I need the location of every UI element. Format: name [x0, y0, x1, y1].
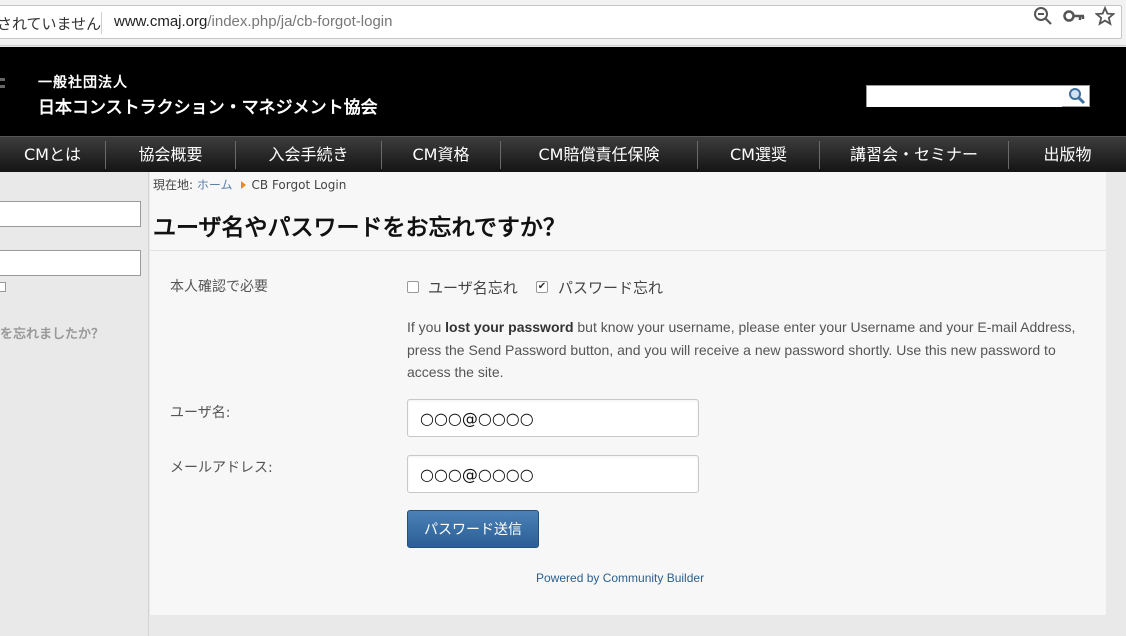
- security-status[interactable]: されていません: [0, 13, 101, 34]
- org-name[interactable]: 日本コンストラクション・マネジメント協会: [38, 93, 378, 118]
- breadcrumb-prefix: 現在地:: [153, 178, 194, 192]
- url-text[interactable]: www.cmaj.org/index.php/ja/cb-forgot-logi…: [114, 13, 392, 30]
- sidebar-username-input[interactable]: [0, 201, 141, 227]
- nav-item-association[interactable]: 協会概要: [106, 137, 235, 172]
- forgot-username-label[interactable]: ユーザ名忘れ: [428, 277, 518, 298]
- page-title: ユーザ名やパスワードをお忘れですか？: [153, 215, 566, 241]
- star-icon[interactable]: [1094, 5, 1116, 28]
- verify-label: 本人確認で必要: [170, 279, 268, 295]
- login-sidebar: を忘れましたか？: [0, 172, 149, 636]
- site-header: 一般社団法人 日本コンストラクション・マネジメント協会: [0, 47, 1126, 136]
- forgot-password-label[interactable]: パスワード忘れ: [558, 277, 663, 298]
- nav-item-insurance[interactable]: CM賠償責任保険: [501, 137, 697, 172]
- email-input[interactable]: [407, 455, 699, 493]
- breadcrumb-current: CB Forgot Login: [251, 178, 347, 192]
- breadcrumb-home-link[interactable]: ホーム: [197, 178, 233, 192]
- nav-item-seminar[interactable]: 講習会・セミナー: [820, 137, 1008, 172]
- site-search: [866, 85, 1090, 107]
- powered-by-link[interactable]: Powered by Community Builder: [536, 571, 704, 585]
- logo-mark[interactable]: [0, 76, 8, 96]
- key-icon[interactable]: [1063, 6, 1085, 28]
- nav-item-award[interactable]: CM選奨: [698, 137, 819, 172]
- nav-item-membership[interactable]: 入会手続き: [236, 137, 381, 172]
- url-path: /index.php/ja/cb-forgot-login: [207, 13, 393, 30]
- page-bottom: [150, 615, 1126, 636]
- nav-item-cm-about[interactable]: CMとは: [0, 137, 105, 172]
- breadcrumb-arrow-icon: [240, 181, 246, 189]
- main-nav: CMとは 協会概要 入会手続き CM資格 CM賠償責任保険 CM選奨 講習会・セ…: [0, 136, 1126, 172]
- username-input[interactable]: [407, 399, 699, 437]
- nav-item-qualification[interactable]: CM資格: [382, 137, 500, 172]
- title-divider: [150, 250, 1106, 251]
- breadcrumb: 現在地: ホーム CB Forgot Login: [153, 176, 346, 193]
- address-bar[interactable]: されていません www.cmaj.org/index.php/ja/cb-for…: [0, 5, 1122, 39]
- sidebar-forgot-link[interactable]: を忘れましたか？: [0, 323, 104, 342]
- nav-item-publications[interactable]: 出版物: [1009, 137, 1126, 172]
- help-text-prefix: If you: [407, 319, 446, 335]
- org-type: 一般社団法人: [38, 75, 128, 91]
- forgot-username-checkbox[interactable]: [407, 281, 419, 293]
- forgot-password-checkbox[interactable]: ✔: [536, 281, 548, 293]
- help-text-bold: lost your password: [445, 319, 574, 335]
- username-label: ユーザ名:: [170, 405, 231, 421]
- email-label: メールアドレス:: [170, 460, 273, 476]
- sidebar-password-input[interactable]: [0, 250, 141, 276]
- sidebar-remember-checkbox[interactable]: [0, 282, 6, 292]
- site-search-input[interactable]: [867, 87, 1062, 107]
- url-host: www.cmaj.org: [114, 13, 208, 30]
- help-text: If you lost your password but know your …: [407, 316, 1087, 384]
- content-panel: 現在地: ホーム CB Forgot Login ユーザ名やパスワードをお忘れです…: [150, 172, 1106, 615]
- search-icon[interactable]: [1067, 87, 1087, 105]
- address-separator: [101, 12, 102, 34]
- browser-toolbar: されていません www.cmaj.org/index.php/ja/cb-for…: [0, 0, 1126, 46]
- zoom-out-icon[interactable]: [1032, 6, 1054, 28]
- send-password-button[interactable]: パスワード送信: [407, 510, 539, 548]
